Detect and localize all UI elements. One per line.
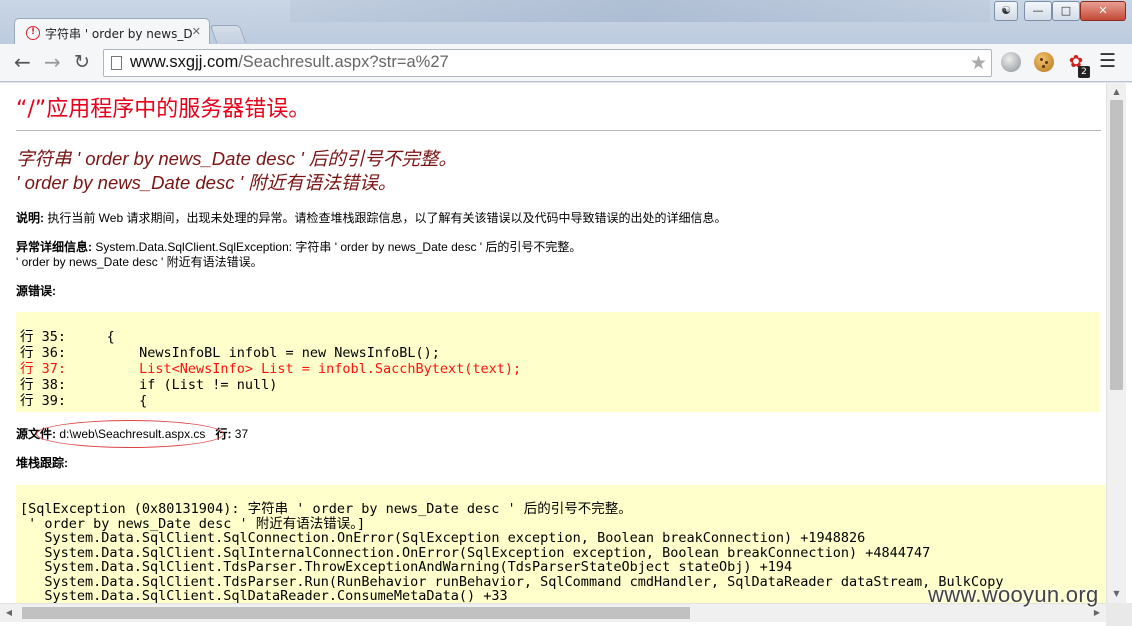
description-paragraph: 说明: 执行当前 Web 请求期间，出现未处理的异常。请检查堆栈跟踪信息，以了解…: [16, 211, 726, 226]
source-line: 行 35: {: [20, 329, 115, 345]
cookie-extension-icon[interactable]: [1034, 52, 1054, 72]
line-number: 37: [231, 427, 249, 441]
new-tab-button[interactable]: [209, 25, 247, 43]
tab-close-icon[interactable]: ✕: [192, 25, 201, 38]
source-error-heading: 源错误:: [16, 284, 56, 299]
reload-icon[interactable]: ↻: [74, 51, 90, 73]
vertical-scroll-thumb[interactable]: [1110, 100, 1123, 390]
browser-tab-active[interactable]: ! 字符串 ' order by news_D ✕: [14, 18, 210, 46]
source-line-highlighted: 行 37: List<NewsInfo> List = infobl.Sacch…: [20, 361, 522, 377]
stack-line: System.Data.SqlClient.SqlInternalConnect…: [20, 544, 931, 561]
user-profile-icon[interactable]: ☯: [994, 1, 1018, 21]
forward-arrow-icon[interactable]: →: [44, 51, 61, 73]
url-path: /Seachresult.aspx?str=a%27: [238, 53, 449, 71]
globe-extension-icon[interactable]: [1001, 52, 1021, 72]
exception-label: 异常详细信息:: [16, 240, 92, 254]
source-line: 行 38: if (List != null): [20, 377, 278, 393]
hamburger-menu-icon[interactable]: ☰: [1099, 50, 1116, 72]
error-favicon-icon: !: [26, 26, 40, 40]
back-arrow-icon[interactable]: ←: [14, 51, 31, 73]
page-icon: [111, 56, 122, 70]
stack-line: ' order by news_Date desc ' 附近有语法错误。]: [20, 515, 366, 532]
extension-badge: 2: [1078, 66, 1090, 78]
vertical-scrollbar[interactable]: ▲ ▼: [1106, 83, 1126, 603]
stack-trace-label: 堆栈跟踪:: [16, 456, 68, 470]
page-content: “/”应用程序中的服务器错误。 字符串 ' order by news_Date…: [0, 83, 1106, 603]
horizontal-scroll-thumb[interactable]: [22, 607, 690, 619]
stack-line: System.Data.SqlClient.TdsParser.ThrowExc…: [20, 559, 793, 575]
source-code-block: 行 35: { 行 36: NewsInfoBL infobl = new Ne…: [16, 312, 1099, 412]
stack-line: System.Data.SqlClient.SqlConnection.OnEr…: [20, 530, 866, 546]
stack-line: [SqlException (0x80131904): 字符串 ' order …: [20, 501, 632, 517]
error-title: “/”应用程序中的服务器错误。: [16, 97, 311, 122]
description-text: 执行当前 Web 请求期间，出现未处理的异常。请检查堆栈跟踪信息，以了解有关该错…: [44, 211, 727, 225]
scroll-down-arrow-icon[interactable]: ▼: [1107, 585, 1126, 603]
url-host: www.sxgjj.com: [130, 53, 239, 71]
browser-toolbar: ← → ↻ www.sxgjj.com/Seachresult.aspx?str…: [0, 44, 1132, 82]
scroll-up-arrow-icon[interactable]: ▲: [1107, 83, 1126, 101]
source-error-label: 源错误:: [16, 284, 56, 298]
exception-details: 异常详细信息: System.Data.SqlClient.SqlExcepti…: [16, 240, 581, 255]
window-titlebar: ! 字符串 ' order by news_D ✕ ☯ — □ ✕: [0, 0, 1132, 46]
scroll-left-arrow-icon[interactable]: ◀: [0, 604, 18, 622]
exception-details-line2: ' order by news_Date desc ' 附近有语法错误。: [16, 255, 263, 269]
minimize-button[interactable]: —: [1024, 1, 1052, 21]
watermark: www.wooyun.org: [928, 582, 1099, 607]
error-message: 字符串 ' order by news_Date desc ' 后的引号不完整。…: [16, 147, 457, 195]
page-viewport: “/”应用程序中的服务器错误。 字符串 ' order by news_Date…: [0, 83, 1132, 626]
description-label: 说明:: [16, 211, 44, 225]
close-window-button[interactable]: ✕: [1080, 1, 1126, 21]
error-message-line: 字符串 ' order by news_Date desc ' 后的引号不完整。: [16, 148, 457, 169]
titlebar-background: [290, 0, 990, 22]
exception-text: System.Data.SqlClient.SqlException: 字符串 …: [92, 240, 582, 254]
address-url[interactable]: www.sxgjj.com/Seachresult.aspx?str=a%27: [130, 53, 449, 72]
tab-title: 字符串 ' order by news_D: [45, 27, 193, 41]
annotation-circle: [36, 420, 224, 448]
divider: [16, 130, 1101, 131]
maximize-button[interactable]: □: [1052, 1, 1080, 21]
source-line: 行 36: NewsInfoBL infobl = new NewsInfoBL…: [20, 345, 440, 361]
bookmark-star-icon[interactable]: ★: [970, 52, 987, 74]
source-line: 行 39: {: [20, 393, 148, 409]
error-message-line: ' order by news_Date desc ' 附近有语法错误。: [16, 172, 397, 193]
address-bar[interactable]: www.sxgjj.com/Seachresult.aspx?str=a%27 …: [103, 49, 992, 77]
stack-trace-heading: 堆栈跟踪:: [16, 456, 68, 471]
scrollbar-corner: [1106, 603, 1132, 626]
